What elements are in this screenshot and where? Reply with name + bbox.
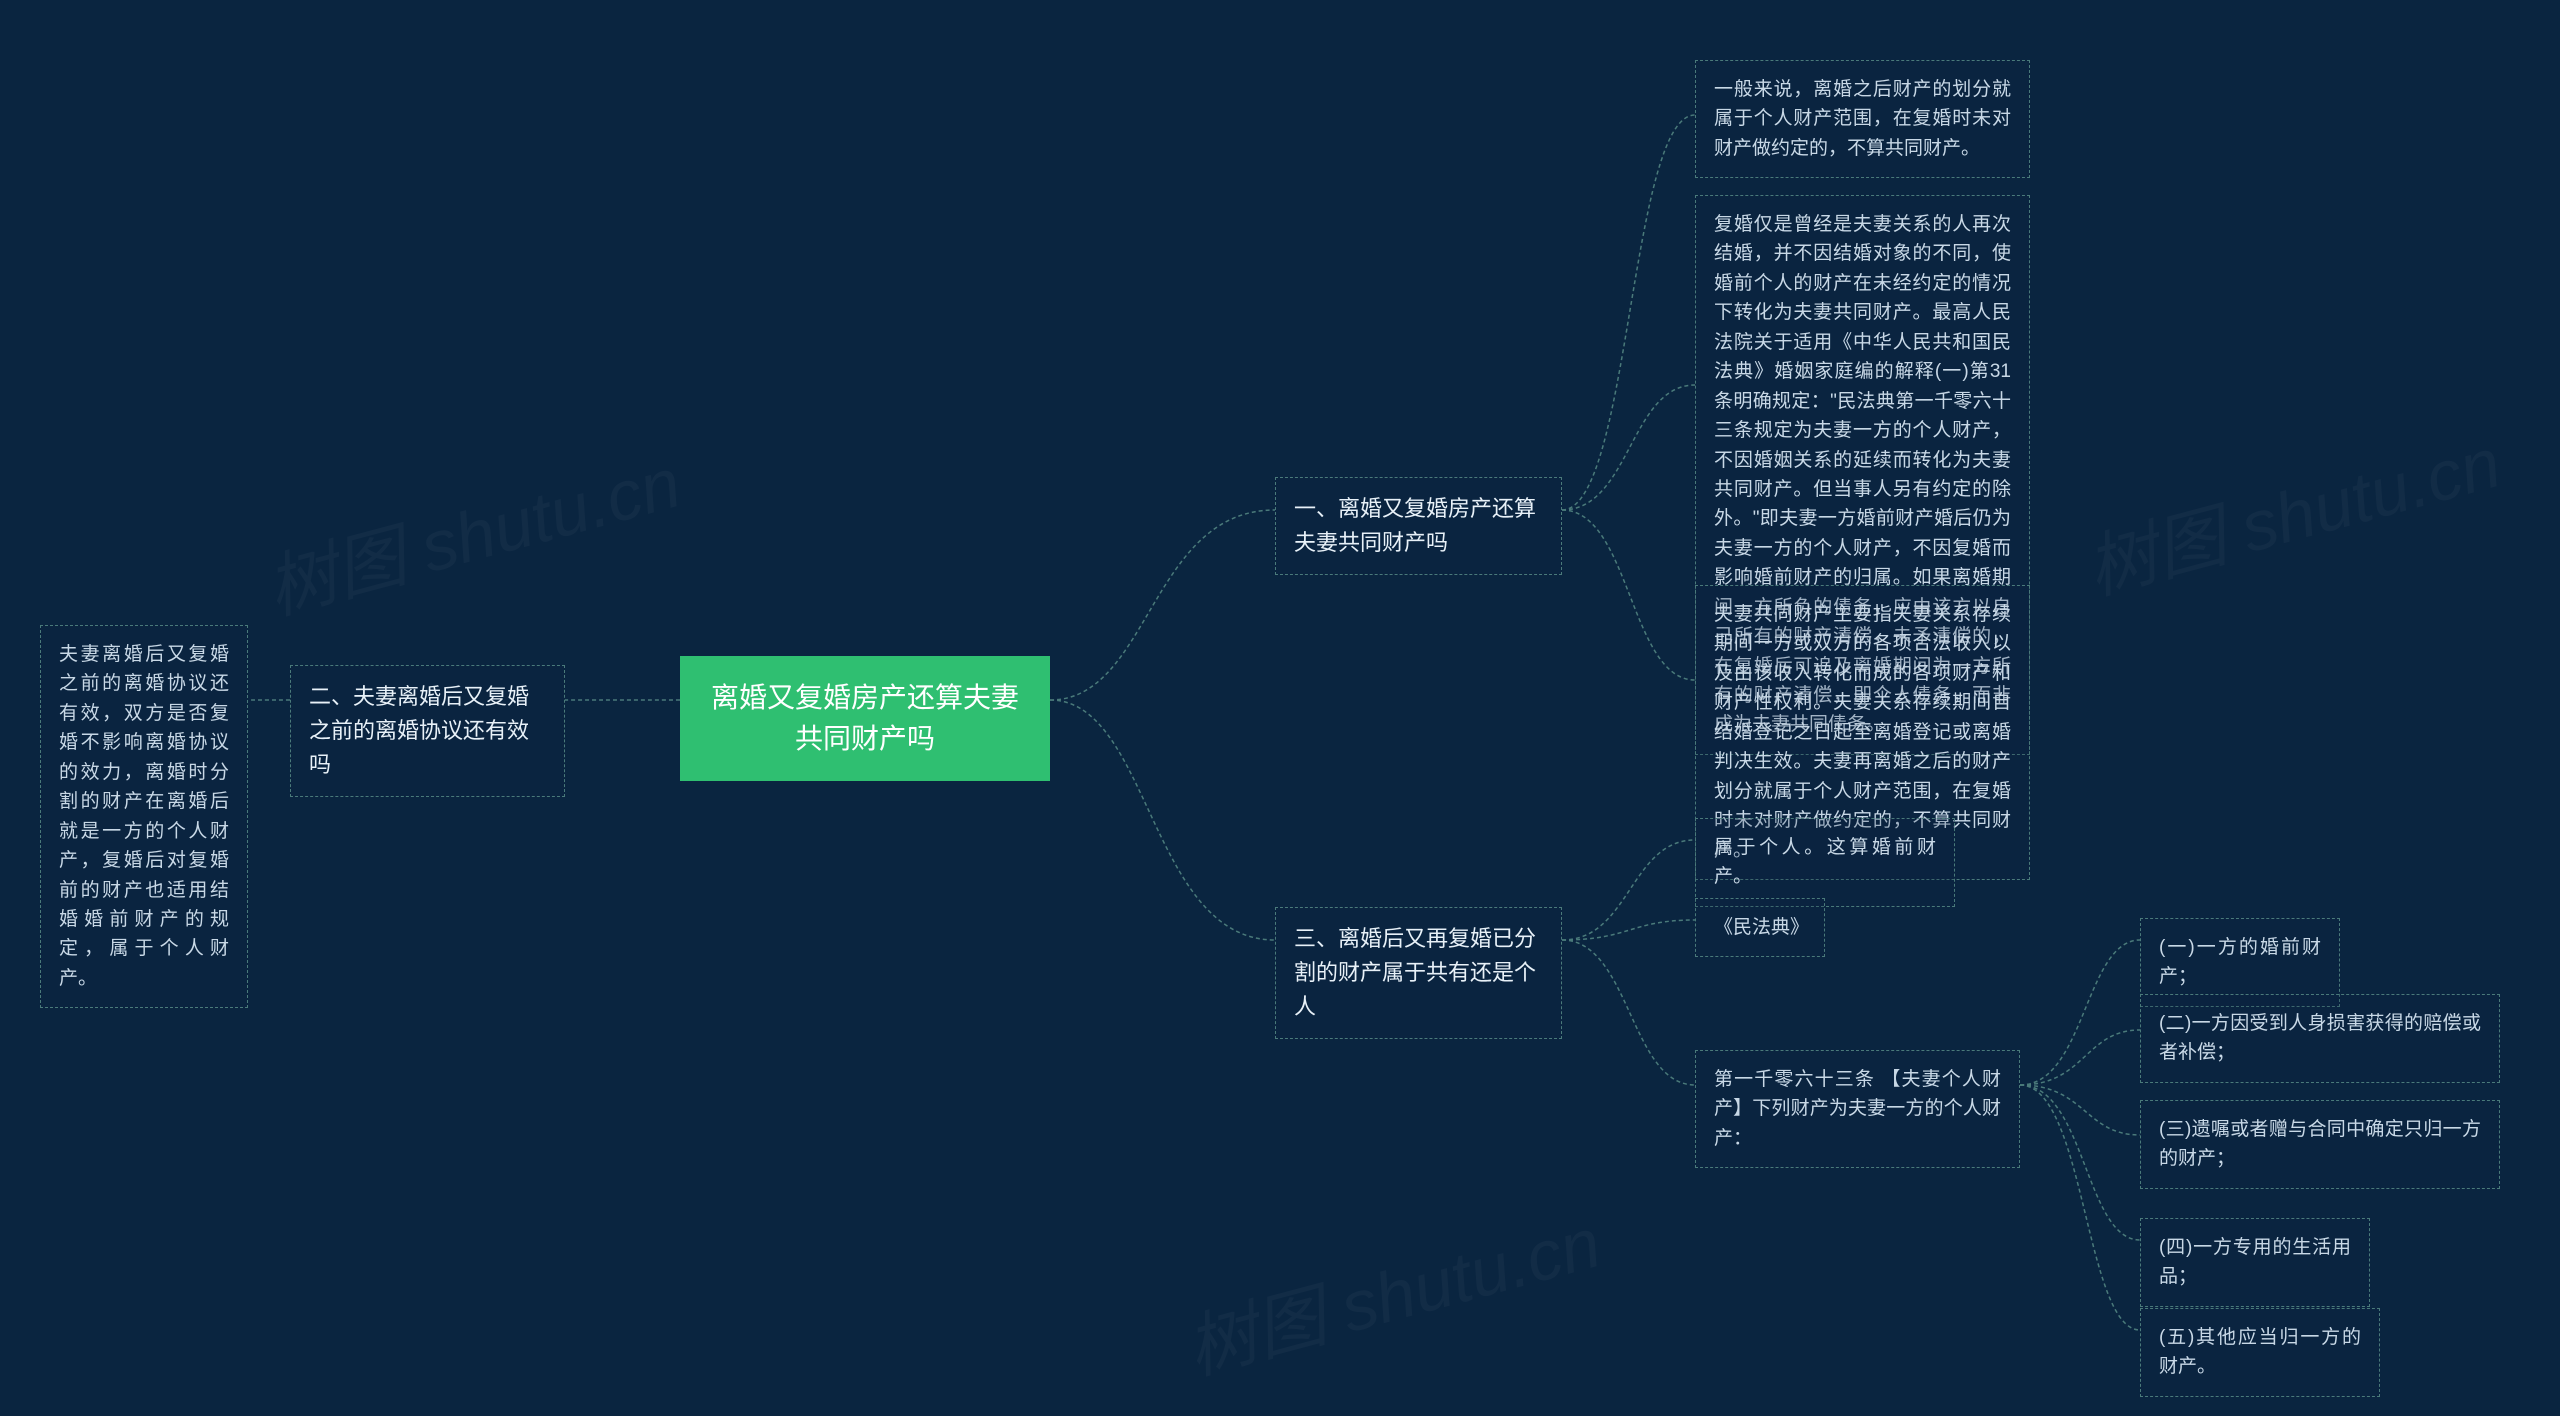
branch-2[interactable]: 二、夫妻离婚后又复婚之前的离婚协议还有效吗 [290, 665, 565, 797]
watermark: 树图 shutu.cn [2074, 407, 2510, 614]
watermark: 树图 shutu.cn [1174, 1187, 1610, 1394]
item-4: (四)一方专用的生活用品； [2140, 1218, 2370, 1307]
branch-3-leaf-1: 属于个人。这算婚前财产。 [1695, 818, 1955, 907]
branch-3-leaf-2: 《民法典》 [1695, 898, 1825, 957]
watermark: 树图 shutu.cn [254, 427, 690, 634]
branch-3-leaf-3[interactable]: 第一千零六十三条 【夫妻个人财产】下列财产为夫妻一方的个人财产： [1695, 1050, 2020, 1168]
branch-2-leaf-1: 夫妻离婚后又复婚之前的离婚协议还有效，双方是否复婚不影响离婚协议的效力，离婚时分… [40, 625, 248, 1008]
branch-1[interactable]: 一、离婚又复婚房产还算夫妻共同财产吗 [1275, 477, 1562, 575]
item-5: (五)其他应当归一方的财产。 [2140, 1308, 2380, 1397]
item-2: (二)一方因受到人身损害获得的赔偿或者补偿； [2140, 994, 2500, 1083]
item-3: (三)遗嘱或者赠与合同中确定只归一方的财产； [2140, 1100, 2500, 1189]
branch-3[interactable]: 三、离婚后又再复婚已分割的财产属于共有还是个人 [1275, 907, 1562, 1039]
branch-1-leaf-1: 一般来说，离婚之后财产的划分就属于个人财产范围，在复婚时未对财产做约定的，不算共… [1695, 60, 2030, 178]
root-node[interactable]: 离婚又复婚房产还算夫妻共同财产吗 [680, 656, 1050, 781]
